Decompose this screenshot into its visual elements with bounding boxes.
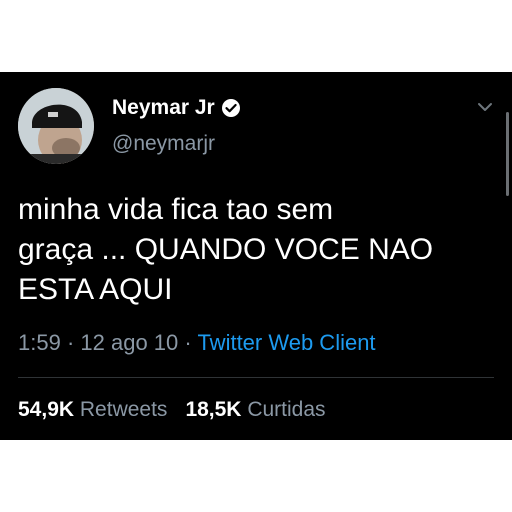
retweets-count: 54,9K (18, 398, 75, 421)
tweet-stats: 54,9K Retweets 18,5K Curtidas (18, 398, 326, 422)
meta-separator: · (66, 330, 75, 355)
likes-count: 18,5K (185, 398, 242, 421)
tweet-date[interactable]: 12 ago 10 (80, 330, 178, 355)
chevron-down-icon[interactable] (474, 96, 496, 118)
retweets-stat[interactable]: 54,9K Retweets (18, 398, 167, 421)
tweet-client-link[interactable]: Twitter Web Client (197, 330, 375, 355)
author-row: Neymar Jr (112, 96, 241, 120)
likes-stat[interactable]: 18,5K Curtidas (185, 398, 325, 421)
tweet-text-line: ESTA AQUI (18, 273, 173, 306)
retweets-label: Retweets (79, 398, 168, 421)
tweet-text: minha vida fica tao sem graça ... QUANDO… (18, 190, 498, 310)
meta-separator: · (184, 330, 192, 355)
author-handle[interactable]: @neymarjr (112, 132, 215, 156)
tweet-meta: 1:59 · 12 ago 10 · Twitter Web Client (18, 330, 376, 356)
author-name[interactable]: Neymar Jr (112, 96, 215, 120)
tweet-card: Neymar Jr @neymarjr minha vida fica tao … (0, 72, 512, 440)
scrollbar[interactable] (506, 112, 509, 196)
tweet-text-line: graça ... QUANDO VOCE NAO (18, 233, 434, 266)
avatar[interactable] (18, 88, 94, 164)
likes-label: Curtidas (247, 398, 326, 421)
tweet-time: 1:59 (18, 330, 61, 355)
verified-badge-icon (221, 98, 241, 118)
tweet-text-line: minha vida fica tao sem (18, 193, 334, 226)
divider (18, 377, 494, 378)
